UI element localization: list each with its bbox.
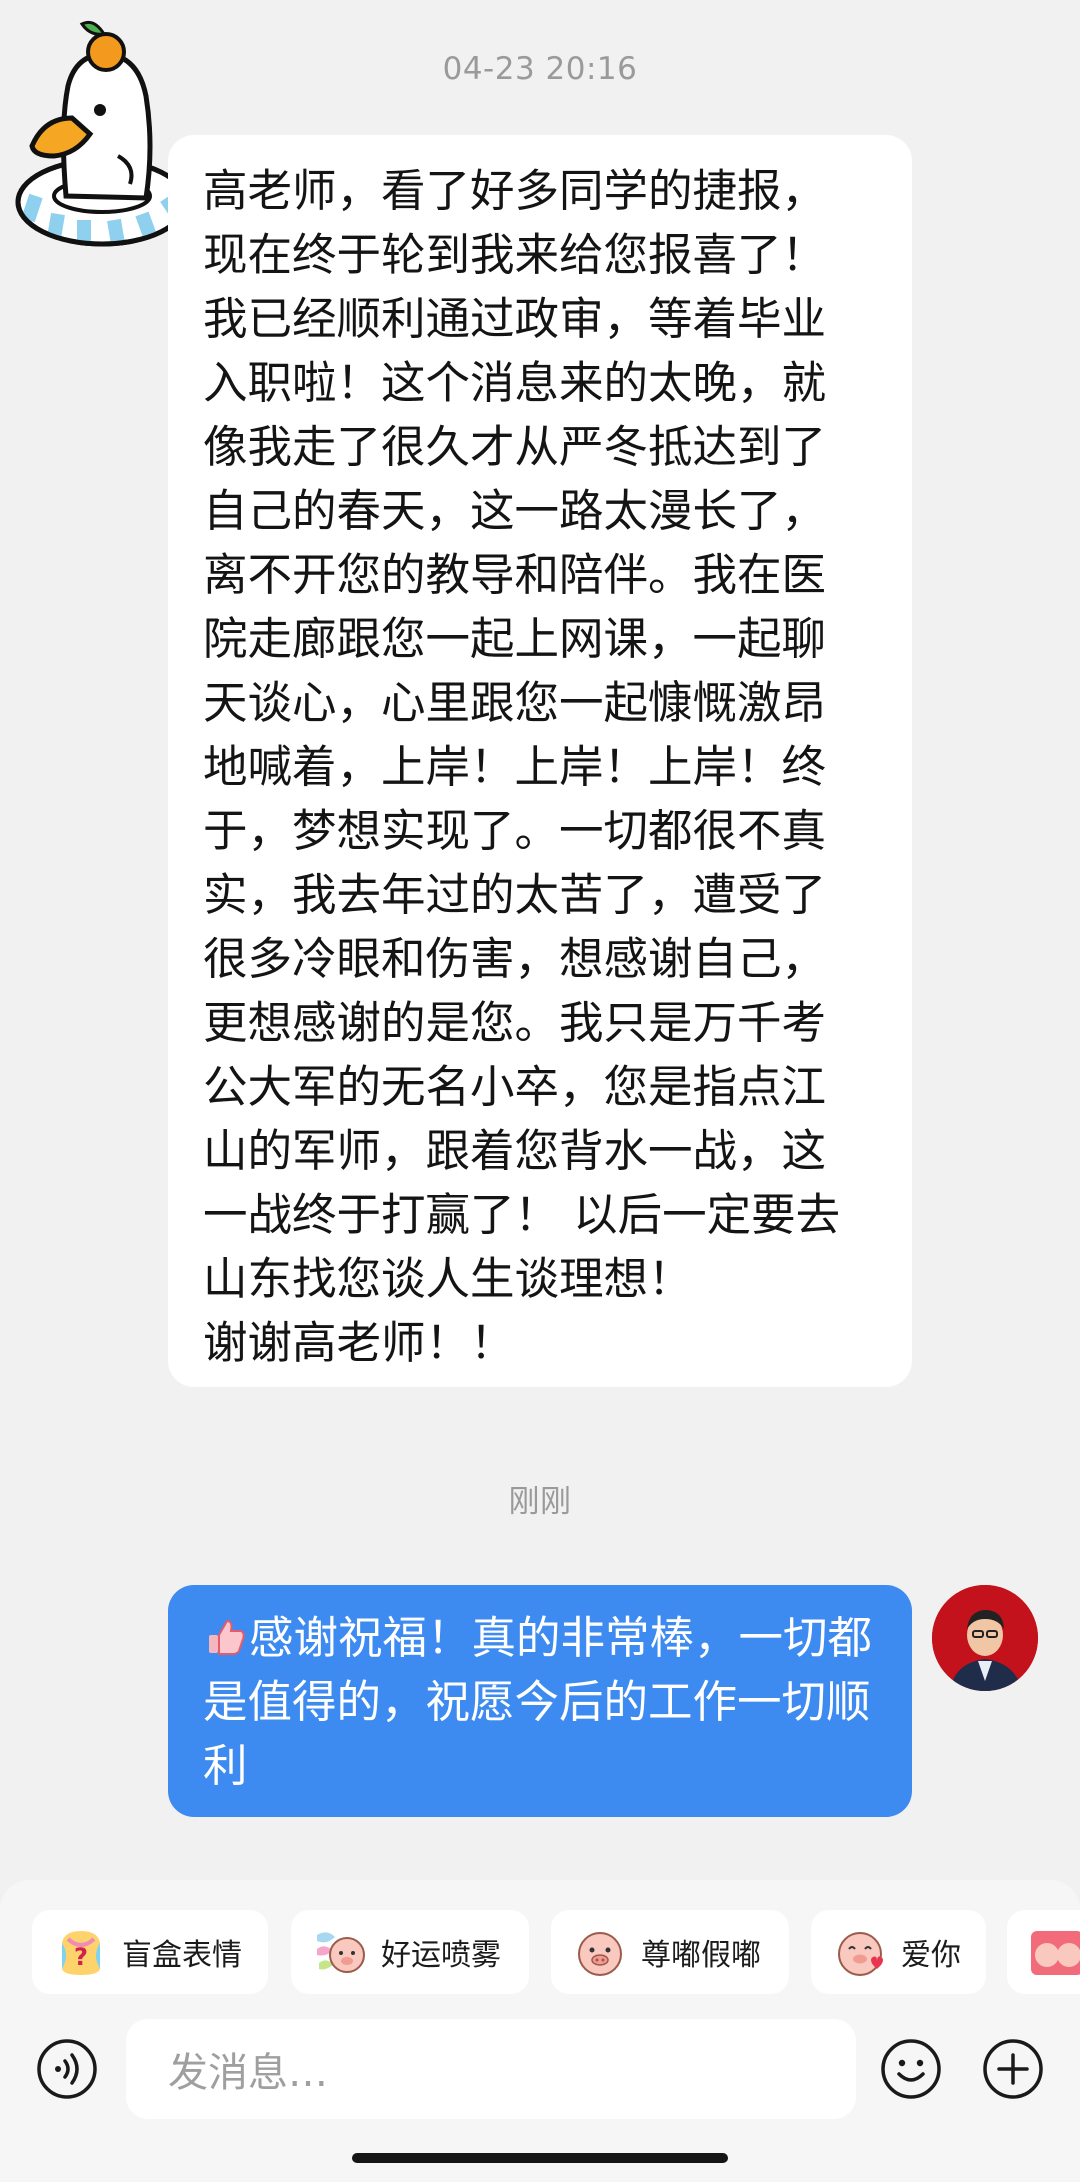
- plus-icon: [983, 2039, 1043, 2099]
- sticker-chip-label: 尊嘟假嘟: [641, 1938, 761, 1973]
- pig-face-emoji-icon: [578, 1932, 622, 1976]
- blind-box-emoji-icon: ?: [62, 1931, 100, 1975]
- sticker-chip-label: 盲盒表情: [122, 1938, 242, 1973]
- voice-icon: [37, 2039, 97, 2099]
- sticker-chip-love-you[interactable]: 爱你: [811, 1910, 986, 1994]
- home-indicator[interactable]: [352, 2153, 728, 2163]
- message-input[interactable]: 发消息…: [126, 2019, 856, 2119]
- teacher-avatar[interactable]: [932, 1585, 1038, 1691]
- sticker-chip-label: 好运喷雾: [381, 1938, 501, 1973]
- duck-avatar-icon[interactable]: [6, 6, 192, 248]
- pig-heart-emoji-icon: [838, 1932, 883, 1976]
- sticker-chip-more[interactable]: [1007, 1910, 1080, 1994]
- message-timestamp: 刚刚: [508, 1484, 572, 1520]
- outgoing-message-content: 感谢祝福！真的非常棒，一切都是值得的，祝愿今后的工作一切顺利: [203, 1607, 893, 1799]
- voice-input-button[interactable]: [36, 2038, 98, 2100]
- sticker-chip-label: 爱你: [901, 1938, 961, 1973]
- outgoing-message-text: 感谢祝福！真的非常棒，一切都是值得的，祝愿今后的工作一切顺利: [203, 1613, 873, 1792]
- smiley-icon: [881, 2039, 941, 2099]
- incoming-message-bubble[interactable]: 高老师，看了好多同学的捷报， 现在终于轮到我来给您报喜了！ 我已经顺利通过政审，…: [168, 135, 912, 1387]
- sticker-chip-lucky-spray[interactable]: 好运喷雾: [291, 1910, 529, 1994]
- lucky-spray-emoji-icon: [317, 1932, 365, 1973]
- svg-text:?: ?: [74, 1943, 88, 1971]
- outgoing-message-bubble[interactable]: 感谢祝福！真的非常棒，一切都是值得的，祝愿今后的工作一切顺利: [168, 1585, 912, 1817]
- more-actions-button[interactable]: [982, 2038, 1044, 2100]
- emoji-button[interactable]: [880, 2038, 942, 2100]
- thumbs-up-icon: [203, 1613, 247, 1657]
- sticker-chip-zundu[interactable]: 尊嘟假嘟: [551, 1910, 789, 1994]
- sticker-pig-icon: [1031, 1931, 1080, 1975]
- incoming-message-text: 高老师，看了好多同学的捷报， 现在终于轮到我来给您报喜了！ 我已经顺利通过政审，…: [203, 166, 841, 1369]
- sticker-chip-blind-box[interactable]: ? 盲盒表情: [32, 1910, 268, 1994]
